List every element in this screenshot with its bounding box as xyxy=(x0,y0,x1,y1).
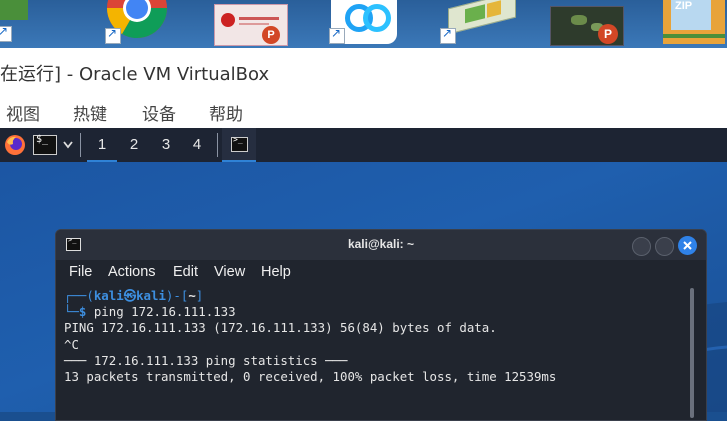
terminal-title: kali@kali: ~ xyxy=(347,237,415,251)
menu-help[interactable]: 帮助 xyxy=(209,100,243,125)
panel-separator xyxy=(217,133,218,157)
kali-top-panel: $_ 1 2 3 4 >_ xyxy=(0,128,727,162)
menu-view-terminal[interactable]: View xyxy=(214,264,245,280)
virtualbox-menu-bar: 视图 热键 设备 帮助 xyxy=(0,94,727,128)
prompt-line-2: └─$ ping 172.16.111.133 xyxy=(64,304,236,320)
minimize-button[interactable] xyxy=(632,237,651,256)
shortcut-arrow-icon xyxy=(0,24,12,42)
powerpoint-badge-icon: P xyxy=(262,26,280,44)
command-text: ping 172.16.111.133 xyxy=(86,304,236,320)
terminal-title-bar[interactable]: >_ kali@kali: ~ xyxy=(56,230,706,260)
menu-edit[interactable]: Edit xyxy=(173,264,198,280)
firefox-icon[interactable] xyxy=(4,134,26,156)
zip-archive-icon: ZIP xyxy=(663,0,725,44)
panel-separator xyxy=(80,133,81,157)
app-shortcut[interactable] xyxy=(438,0,518,46)
ppt-document-shortcut[interactable]: P xyxy=(212,0,288,46)
shortcut-arrow-icon xyxy=(440,26,456,44)
output-line: PING 172.16.111.133 (172.16.111.133) 56(… xyxy=(64,320,497,336)
menu-file[interactable]: File xyxy=(69,264,92,280)
menu-hotkeys[interactable]: 热键 xyxy=(73,100,107,125)
prompt-line-1: ┌──(kali㉿kali)-[~] xyxy=(64,288,204,303)
folder-shortcut[interactable] xyxy=(0,0,30,46)
terminal-output[interactable]: ┌──(kali㉿kali)-[~] └─$ ping 172.16.111.13… xyxy=(64,288,684,385)
powerpoint-badge-icon: P xyxy=(598,24,618,44)
zip-archive-shortcut[interactable]: ZIP xyxy=(661,0,727,46)
folder-icon xyxy=(0,0,28,20)
chrome-shortcut[interactable] xyxy=(103,0,173,46)
app-icon xyxy=(448,0,516,35)
virtualbox-title-bar: 在运行] - Oracle VM VirtualBox xyxy=(0,48,727,94)
workspace-2[interactable]: 2 xyxy=(119,128,149,162)
terminal-menu-bar: File Actions Edit View Help xyxy=(56,260,706,286)
zip-label: ZIP xyxy=(675,0,693,12)
prompt-host: kali xyxy=(136,288,166,303)
maximize-button[interactable] xyxy=(655,237,674,256)
menu-devices[interactable]: 设备 xyxy=(142,100,176,125)
close-icon xyxy=(683,241,692,250)
menu-view[interactable]: 视图 xyxy=(6,100,40,125)
output-line: ^C xyxy=(64,336,79,352)
shortcut-arrow-icon xyxy=(329,26,345,44)
terminal-launcher-icon[interactable]: $_ xyxy=(33,134,57,155)
windows-desktop-strip: P P ZIP xyxy=(0,0,727,48)
terminal-icon: >_ xyxy=(231,135,248,152)
terminal-window[interactable]: >_ kali@kali: ~ File Actions Edit View H… xyxy=(55,229,707,421)
output-line: ─── 172.16.111.133 ping statistics ─── xyxy=(64,352,348,368)
prompt-user: kali xyxy=(93,288,124,303)
shortcut-arrow-icon xyxy=(105,26,121,44)
close-button[interactable] xyxy=(678,236,697,255)
taskbar-terminal-button[interactable]: >_ xyxy=(222,128,256,162)
output-line: 13 packets transmitted, 0 received, 100%… xyxy=(64,369,557,385)
baidu-netdisk-shortcut[interactable] xyxy=(327,0,399,46)
workspace-4[interactable]: 4 xyxy=(182,128,212,162)
terminal-scrollbar[interactable] xyxy=(690,288,694,418)
ppt-map-shortcut[interactable]: P xyxy=(548,0,628,46)
chevron-down-icon[interactable] xyxy=(63,141,73,149)
workspace-1[interactable]: 1 xyxy=(87,128,117,162)
prompt-dir: ~ xyxy=(188,288,196,303)
workspace-3[interactable]: 3 xyxy=(151,128,181,162)
window-title: 在运行] - Oracle VM VirtualBox xyxy=(0,64,270,85)
menu-actions[interactable]: Actions xyxy=(108,264,156,280)
menu-help-terminal[interactable]: Help xyxy=(261,264,291,280)
